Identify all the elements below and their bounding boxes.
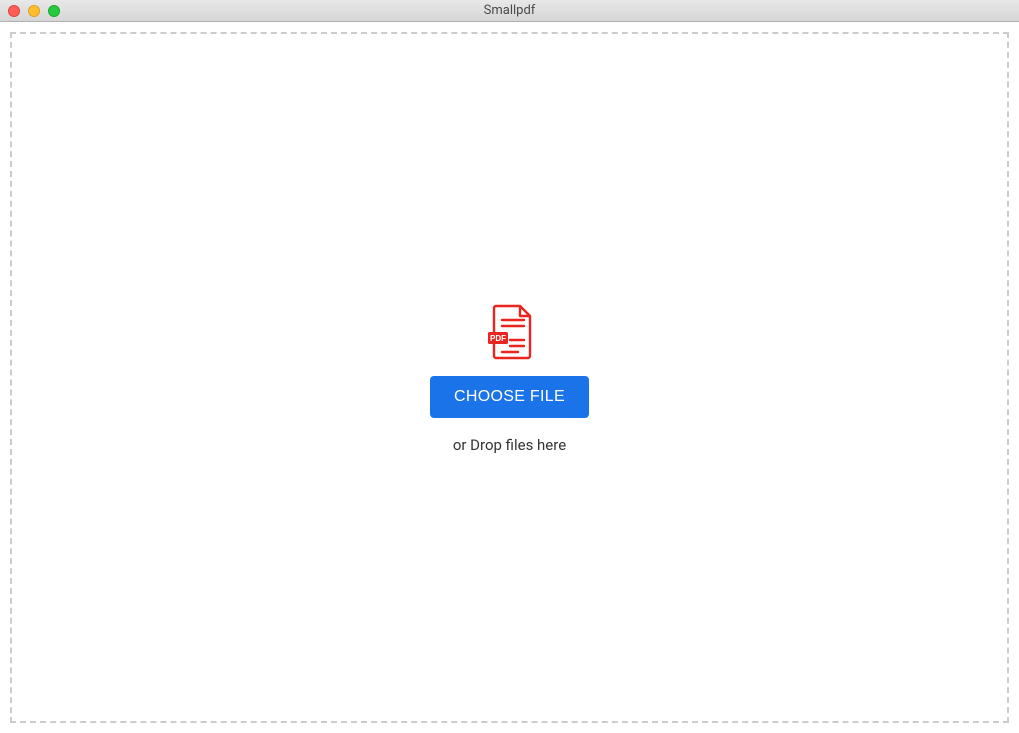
window-title: Smallpdf bbox=[0, 3, 1019, 18]
window-controls bbox=[0, 5, 60, 17]
close-icon[interactable] bbox=[8, 5, 20, 17]
titlebar: Smallpdf bbox=[0, 0, 1019, 22]
content-area: PDF CHOOSE FILE or Drop files here bbox=[0, 22, 1019, 733]
svg-text:PDF: PDF bbox=[490, 334, 506, 343]
choose-file-button[interactable]: CHOOSE FILE bbox=[430, 376, 589, 418]
pdf-file-icon: PDF bbox=[480, 302, 540, 362]
file-dropzone[interactable]: PDF CHOOSE FILE or Drop files here bbox=[10, 32, 1009, 723]
maximize-icon[interactable] bbox=[48, 5, 60, 17]
drop-hint-text: or Drop files here bbox=[453, 436, 566, 454]
minimize-icon[interactable] bbox=[28, 5, 40, 17]
